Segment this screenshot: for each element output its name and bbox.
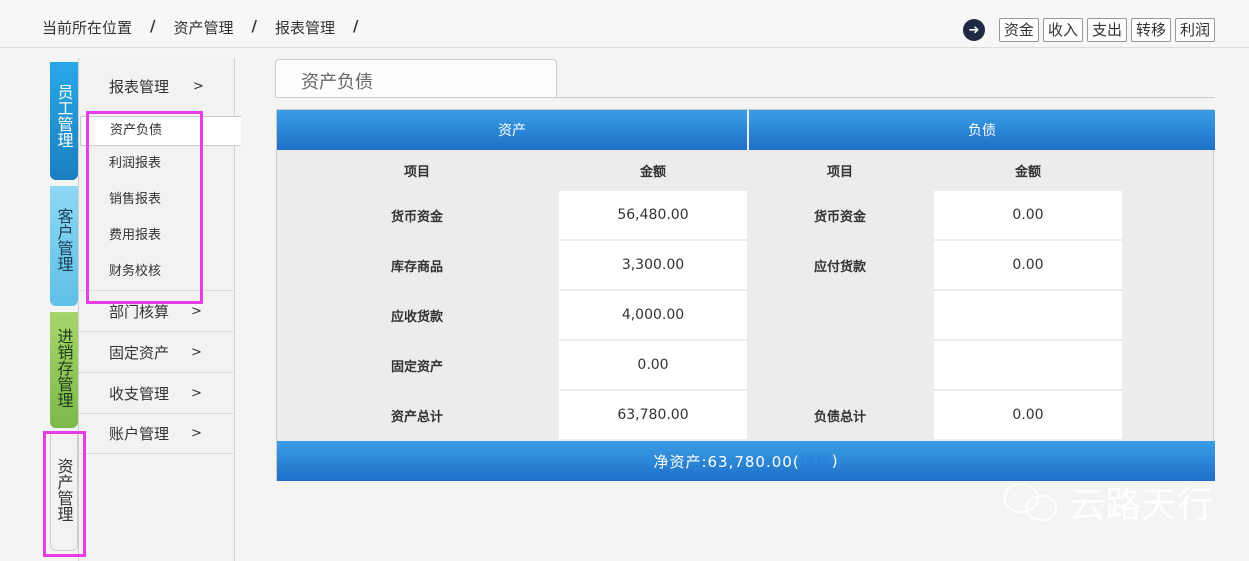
asset-amount: 0.00 <box>559 341 747 389</box>
check-link[interactable]: 校核 <box>800 451 832 472</box>
chevron-right-icon: > <box>191 344 202 360</box>
subitem-financial-check[interactable]: 财务校核 <box>79 254 234 290</box>
col-head-amount: 金额 <box>639 164 666 180</box>
liability-total-amount: 0.00 <box>934 391 1122 439</box>
breadcrumb-separator: / <box>150 17 156 35</box>
liability-label: 应付货款 <box>813 259 866 275</box>
tab-customer-management[interactable]: 客户管理 <box>50 186 78 306</box>
sidebar: 报表管理 > 资产负债 利润报表 销售报表 费用报表 财务校核 部门核算 > 固… <box>78 58 241 561</box>
tab-label: 进销存管理 <box>54 328 74 408</box>
sidebar-header-report-management[interactable]: 报表管理 > <box>79 58 234 114</box>
liability-total-label: 负债总计 <box>813 409 866 425</box>
quick-profit-button[interactable]: 利润 <box>1174 18 1215 42</box>
header-assets: 资产 <box>277 110 747 150</box>
asset-amount: 4,000.00 <box>559 291 747 339</box>
tab-label: 客户管理 <box>54 208 74 272</box>
net-assets-footer: 净资产:63,780.00( 校核 ) <box>277 441 1215 481</box>
breadcrumb-separator: / <box>251 17 257 35</box>
wechat-logo-icon <box>1002 481 1061 523</box>
tab-label: 资产管理 <box>54 458 74 522</box>
quick-transfer-button[interactable]: 转移 <box>1130 18 1171 42</box>
sidebar-item-label: 部门核算 <box>109 302 170 321</box>
liability-amount <box>934 291 1122 339</box>
asset-total-amount: 63,780.00 <box>559 391 747 439</box>
sidebar-item-department-accounting[interactable]: 部门核算 > <box>79 290 234 331</box>
chevron-right-icon: > <box>191 385 202 401</box>
chevron-right-icon: > <box>191 426 202 441</box>
tab-asset-management[interactable]: 资产管理 <box>50 433 78 551</box>
tab-employee-management[interactable]: 员工管理 <box>50 62 78 180</box>
sidebar-item-account-management[interactable]: 账户管理 > <box>79 413 234 454</box>
net-assets-close: ) <box>831 452 839 470</box>
top-bar: 当前所在位置 / 资产管理 / 报表管理 / ➜ 资金 收入 支出 转移 利润 <box>0 0 1249 48</box>
asset-label: 库存商品 <box>390 259 443 275</box>
quick-links: ➜ 资金 收入 支出 转移 利润 <box>962 18 1215 42</box>
chevron-right-icon: > <box>193 78 204 94</box>
quick-income-button[interactable]: 收入 <box>1042 18 1083 42</box>
watermark: 云路天行 <box>1002 476 1213 528</box>
asset-total-label: 资产总计 <box>390 409 443 425</box>
asset-amount: 3,300.00 <box>559 241 747 289</box>
liability-amount: 0.00 <box>934 241 1122 289</box>
asset-label: 固定资产 <box>390 359 443 375</box>
liability-label <box>747 291 933 339</box>
sidebar-item-income-expense[interactable]: 收支管理 > <box>79 372 234 413</box>
balance-sheet-panel: 资产 负债 项目 金额 项目 金额 货币资金 56,480.00 货币资金 0.… <box>276 109 1215 481</box>
sidebar-item-label: 账户管理 <box>109 425 170 443</box>
asset-label: 应收货款 <box>390 309 443 325</box>
col-head-amount: 金额 <box>1014 164 1041 180</box>
subitem-balance-sheet[interactable]: 资产负债 <box>80 116 241 146</box>
subitem-expense-report[interactable]: 费用报表 <box>79 218 234 254</box>
liability-amount <box>934 341 1122 389</box>
breadcrumb: 当前所在位置 / 资产管理 / 报表管理 / <box>42 17 377 38</box>
subitem-profit-report[interactable]: 利润报表 <box>79 146 234 182</box>
sidebar-item-label: 收支管理 <box>109 384 170 403</box>
liability-label: 货币资金 <box>813 209 866 225</box>
breadcrumb-prefix: 当前所在位置 <box>42 19 133 37</box>
asset-label: 货币资金 <box>390 209 443 225</box>
tab-label: 员工管理 <box>54 84 74 148</box>
subitem-sales-report[interactable]: 销售报表 <box>79 182 234 218</box>
col-head-item: 项目 <box>826 164 853 180</box>
breadcrumb-report-management[interactable]: 报表管理 <box>275 17 335 38</box>
sidebar-header-label: 报表管理 <box>109 77 170 96</box>
quick-funds-button[interactable]: 资金 <box>998 18 1039 42</box>
sidebar-item-fixed-assets[interactable]: 固定资产 > <box>79 331 234 372</box>
page-title: 资产负债 <box>275 59 557 98</box>
net-assets-text: 净资产:63,780.00( <box>653 452 800 471</box>
col-head-item: 项目 <box>403 164 430 180</box>
tab-inventory-management[interactable]: 进销存管理 <box>50 312 78 428</box>
breadcrumb-separator: / <box>353 17 359 35</box>
divider <box>275 97 1215 98</box>
breadcrumb-asset-management[interactable]: 资产管理 <box>174 17 234 38</box>
quick-expense-button[interactable]: 支出 <box>1086 18 1127 42</box>
chevron-right-icon: > <box>191 303 202 319</box>
asset-amount: 56,480.00 <box>559 191 747 239</box>
sidebar-item-label: 固定资产 <box>109 343 170 362</box>
liability-label <box>747 341 933 389</box>
watermark-text: 云路天行 <box>1068 485 1213 526</box>
liability-amount: 0.00 <box>934 191 1122 239</box>
header-liabilities: 负债 <box>749 110 1215 150</box>
arrow-right-icon: ➜ <box>962 19 985 41</box>
